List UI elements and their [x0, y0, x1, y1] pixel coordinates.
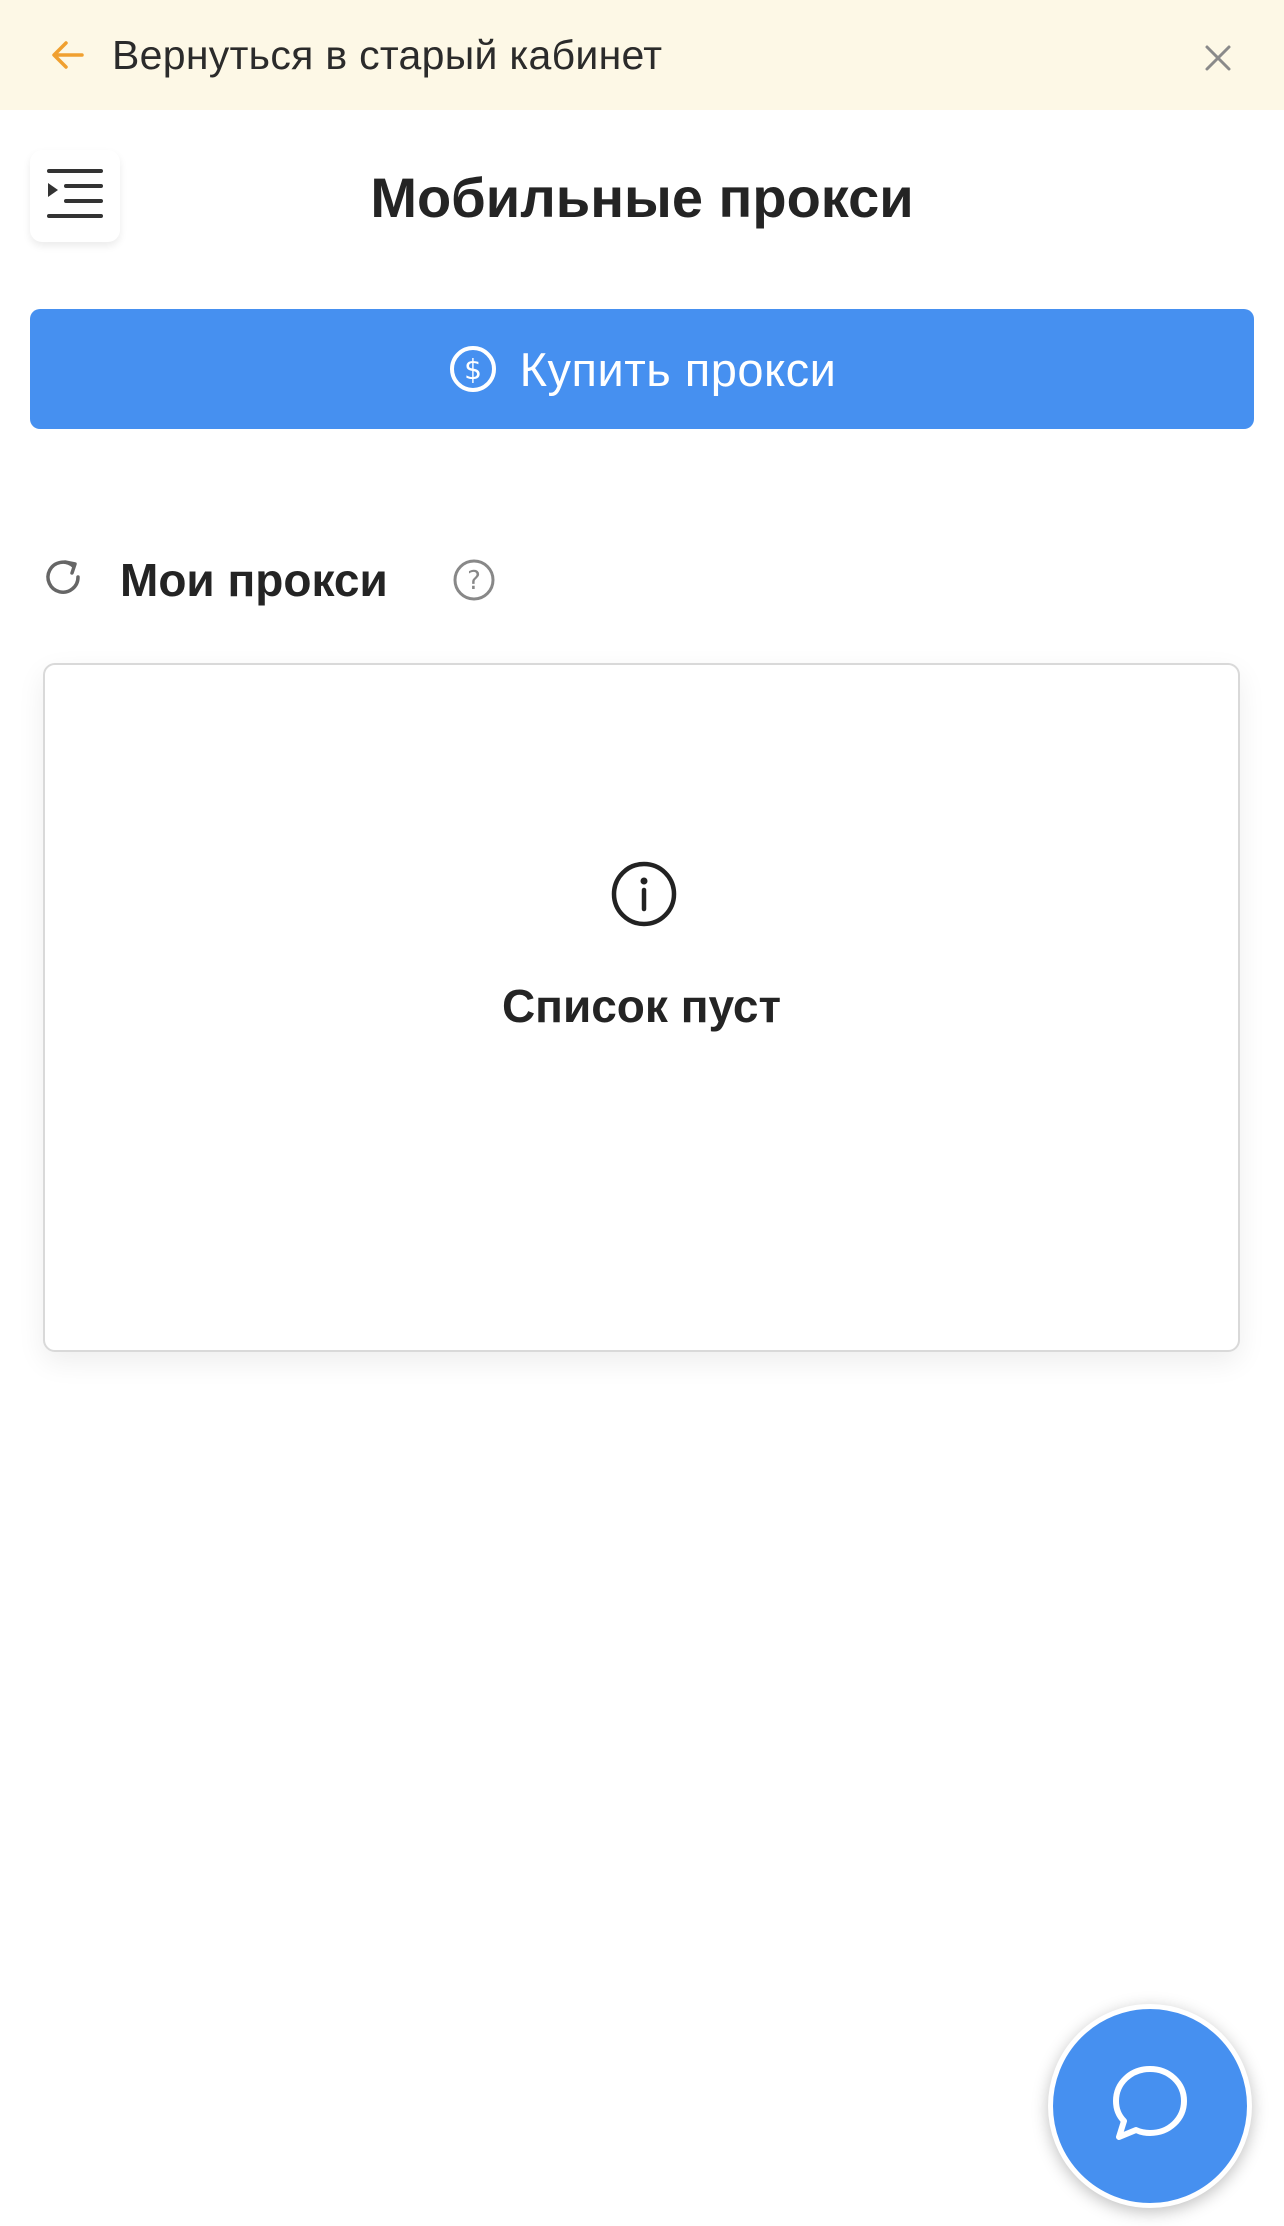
chat-button[interactable] — [1048, 2004, 1252, 2208]
empty-list-message: Список пуст — [501, 980, 782, 1032]
buy-proxy-button[interactable]: $ Купить прокси — [30, 309, 1254, 429]
my-proxies-title: Мои прокси — [120, 554, 388, 606]
info-circle-icon — [609, 859, 679, 929]
old-cabinet-banner: Вернуться в старый кабинет — [0, 0, 1284, 110]
page-title: Мобильные прокси — [370, 166, 914, 229]
proxy-list-card: Список пуст — [43, 663, 1240, 1352]
svg-text:$: $ — [464, 353, 482, 386]
buy-proxy-label: Купить прокси — [519, 342, 837, 396]
arrow-left-icon[interactable] — [44, 31, 92, 79]
question-circle-icon[interactable]: ? — [451, 557, 497, 603]
back-to-old-cabinet-link[interactable]: Вернуться в старый кабинет — [112, 26, 662, 84]
dollar-circle-icon: $ — [448, 344, 498, 394]
refresh-icon[interactable] — [40, 554, 86, 600]
chat-bubble-icon — [1105, 2059, 1195, 2154]
svg-text:?: ? — [467, 566, 481, 596]
close-icon[interactable] — [1196, 36, 1240, 80]
